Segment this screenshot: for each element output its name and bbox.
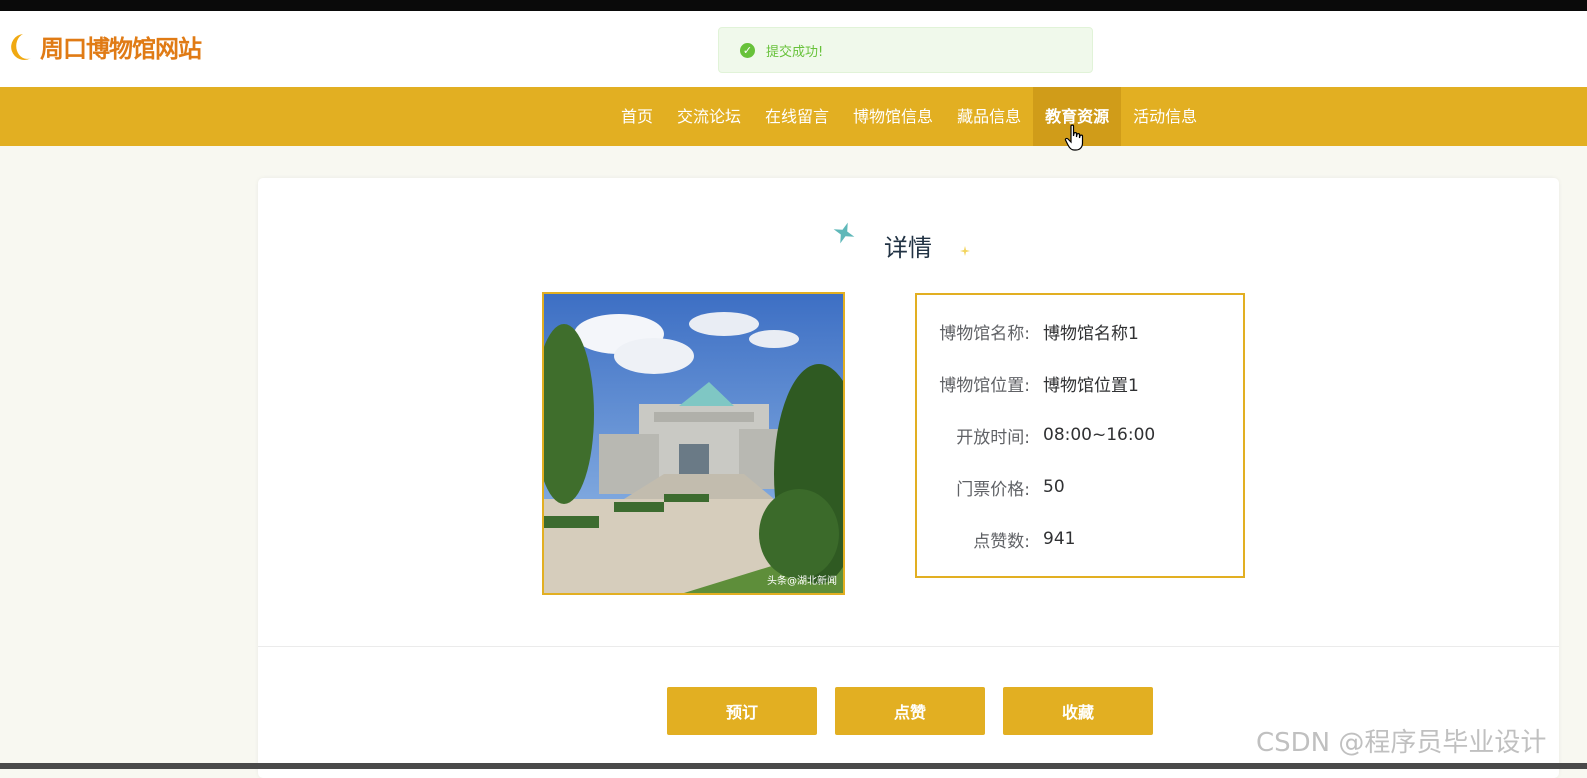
like-button[interactable]: 点赞 <box>835 687 985 735</box>
check-circle-icon: ✓ <box>740 42 755 58</box>
detail-card: 详情 头条@湖北新闻 博物馆名称: 博物馆名称1 博物馆位置: 博物馆位置1 开… <box>258 178 1559 778</box>
info-value: 941 <box>1043 529 1076 549</box>
main-nav: 首页 交流论坛 在线留言 博物馆信息 藏品信息 教育资源 活动信息 <box>0 87 1587 146</box>
hand-cursor-icon <box>1064 124 1084 151</box>
nav-item-home[interactable]: 首页 <box>609 87 665 146</box>
info-row-likes: 点赞数: 941 <box>917 513 1243 565</box>
info-label: 点赞数: <box>973 531 1030 552</box>
book-button[interactable]: 预订 <box>667 687 817 735</box>
window-bottom-edge <box>0 763 1587 769</box>
site-title: 周口博物馆网站 <box>40 35 202 63</box>
info-panel: 博物馆名称: 博物馆名称1 博物馆位置: 博物馆位置1 开放时间: 08:00~… <box>915 293 1245 578</box>
photo-caption: 头条@湖北新闻 <box>767 576 837 587</box>
sparkle-icon <box>960 246 970 256</box>
divider <box>258 646 1559 647</box>
csdn-watermark: CSDN @程序员毕业设计 <box>1256 728 1547 758</box>
museum-photo: 头条@湖北新闻 <box>542 292 845 595</box>
info-value: 博物馆位置1 <box>1043 375 1139 396</box>
info-label: 博物馆位置: <box>939 375 1030 396</box>
info-value: 50 <box>1043 477 1065 497</box>
info-label: 博物馆名称: <box>939 323 1030 344</box>
nav-item-museum-info[interactable]: 博物馆信息 <box>841 87 945 146</box>
detail-title: 详情 <box>884 234 932 262</box>
info-row-name: 博物馆名称: 博物馆名称1 <box>917 305 1243 357</box>
site-logo[interactable]: 周口博物馆网站 <box>6 29 202 64</box>
nav-item-forum[interactable]: 交流论坛 <box>665 87 753 146</box>
info-value: 08:00~16:00 <box>1043 425 1156 445</box>
toast-message: 提交成功! <box>766 44 824 60</box>
info-value: 博物馆名称1 <box>1043 323 1139 344</box>
success-toast: ✓ 提交成功! <box>718 27 1093 73</box>
sparkle-icon <box>833 222 855 244</box>
info-row-price: 门票价格: 50 <box>917 461 1243 513</box>
info-label: 门票价格: <box>956 479 1030 500</box>
nav-item-collection-info[interactable]: 藏品信息 <box>945 87 1033 146</box>
favorite-button[interactable]: 收藏 <box>1003 687 1153 735</box>
nav-item-activities[interactable]: 活动信息 <box>1121 87 1209 146</box>
window-top-edge <box>0 0 1587 11</box>
info-row-hours: 开放时间: 08:00~16:00 <box>917 409 1243 461</box>
nav-item-messages[interactable]: 在线留言 <box>753 87 841 146</box>
moon-icon <box>11 33 31 60</box>
info-row-location: 博物馆位置: 博物馆位置1 <box>917 357 1243 409</box>
info-label: 开放时间: <box>956 427 1030 448</box>
